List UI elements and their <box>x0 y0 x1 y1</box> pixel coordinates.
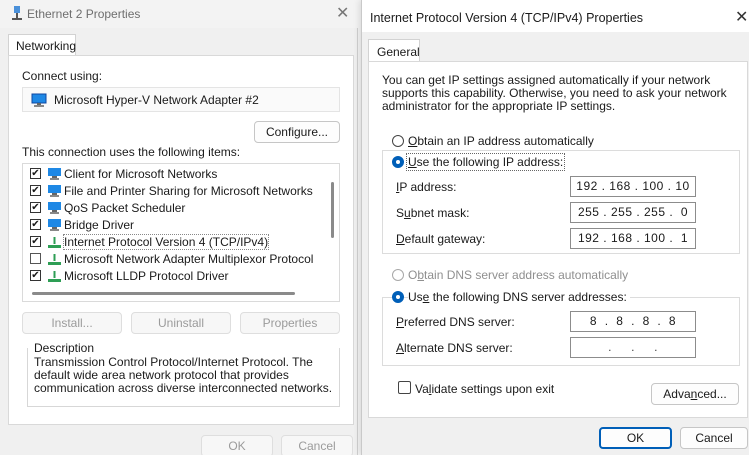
tab-networking[interactable]: Networking <box>8 34 76 56</box>
item-label: File and Printer Sharing for Microsoft N… <box>64 184 313 198</box>
use-following-ip-label[interactable]: Use the following IP address: <box>405 153 566 171</box>
dns-group-left <box>382 297 383 365</box>
list-item[interactable]: ✔ File and Printer Sharing for Microsoft… <box>23 183 323 200</box>
window-title: Internet Protocol Version 4 (TCP/IPv4) P… <box>370 11 644 25</box>
adapter-name: Microsoft Hyper-V Network Adapter #2 <box>54 93 259 107</box>
item-checkbox[interactable]: ✔ <box>30 185 41 196</box>
dns-group-right <box>739 297 740 365</box>
validate-checkbox[interactable] <box>398 381 411 394</box>
subnet-mask-label: Subnet mask: <box>396 206 470 220</box>
default-gateway-field[interactable]: 192 . 168 . 100 . 1 <box>570 228 696 249</box>
window-title: Ethernet 2 Properties <box>27 7 141 21</box>
item-label: Microsoft LLDP Protocol Driver <box>64 269 229 283</box>
network-client-icon <box>48 168 61 180</box>
cancel-button[interactable]: Cancel <box>281 435 353 455</box>
title-bar: Internet Protocol Version 4 (TCP/IPv4) P… <box>362 0 749 32</box>
list-item[interactable]: ✔ QoS Packet Scheduler <box>23 200 323 217</box>
items-list[interactable]: ✔ Client for Microsoft Networks ✔ File a… <box>22 163 340 302</box>
ok-button[interactable]: OK <box>201 435 273 455</box>
list-item[interactable]: ✔ Microsoft LLDP Protocol Driver <box>23 268 323 285</box>
description-label: Description <box>32 341 97 355</box>
obtain-ip-auto-label[interactable]: Obtain an IP address automatically <box>408 134 594 148</box>
configure-button[interactable]: Configure... <box>254 121 340 143</box>
list-item[interactable]: ✔ Bridge Driver <box>23 217 323 234</box>
item-checkbox[interactable]: ✔ <box>30 168 41 179</box>
adapter-field: Microsoft Hyper-V Network Adapter #2 <box>22 87 340 112</box>
install-button[interactable]: Install... <box>22 312 122 334</box>
ipv4-properties-dialog: Internet Protocol Version 4 (TCP/IPv4) P… <box>361 0 749 455</box>
network-adapter-icon <box>12 6 22 20</box>
ethernet-properties-dialog: Ethernet 2 Properties ✕ Networking Conne… <box>0 0 358 455</box>
item-checkbox[interactable]: ✔ <box>30 202 41 213</box>
use-following-dns-label[interactable]: Use the following DNS server addresses: <box>408 290 630 304</box>
ok-button[interactable]: OK <box>599 427 672 449</box>
use-following-ip-radio[interactable] <box>392 156 404 168</box>
item-label: Microsoft Network Adapter Multiplexor Pr… <box>64 252 314 266</box>
qos-scheduler-icon <box>48 202 61 214</box>
advanced-button[interactable]: Advanced... <box>651 383 739 405</box>
item-checkbox[interactable]: ✔ <box>30 236 41 247</box>
properties-button[interactable]: Properties <box>240 312 340 334</box>
description-group: Description Transmission Control Protoco… <box>22 341 340 405</box>
item-checkbox[interactable]: ✔ <box>30 270 41 281</box>
uninstall-button[interactable]: Uninstall <box>131 312 231 334</box>
description-text: Transmission Control Protocol/Internet P… <box>34 355 333 395</box>
item-label: QoS Packet Scheduler <box>64 201 186 215</box>
default-gateway-label: Default gateway: <box>396 232 486 246</box>
obtain-ip-auto-radio[interactable] <box>392 135 404 147</box>
preferred-dns-field[interactable]: 8 . 8 . 8 . 8 <box>570 311 696 332</box>
file-printer-sharing-icon <box>48 185 61 197</box>
validate-label[interactable]: Validate settings upon exit <box>415 382 554 396</box>
dns-group-bottom <box>382 365 740 366</box>
alternate-dns-field[interactable]: . . . <box>570 337 696 358</box>
item-label: Internet Protocol Version 4 (TCP/IPv4) <box>62 234 270 250</box>
obtain-dns-auto-radio[interactable] <box>392 269 404 281</box>
list-item-selected[interactable]: ✔ Internet Protocol Version 4 (TCP/IPv4) <box>23 234 323 251</box>
ip-group-right <box>739 150 740 253</box>
close-icon[interactable]: ✕ <box>336 3 349 22</box>
close-icon[interactable]: ✕ <box>735 7 748 26</box>
tab-general[interactable]: General <box>368 39 420 62</box>
title-bar: Ethernet 2 Properties ✕ <box>0 0 358 28</box>
alternate-dns-label: Alternate DNS server: <box>396 341 513 355</box>
subnet-mask-field[interactable]: 255 . 255 . 255 . 0 <box>570 202 696 223</box>
protocol-icon <box>48 254 61 265</box>
items-label: This connection uses the following items… <box>22 145 241 159</box>
item-checkbox[interactable] <box>30 253 41 264</box>
list-item[interactable]: ✔ Client for Microsoft Networks <box>23 166 323 183</box>
ip-group-bottom <box>382 253 740 254</box>
ip-address-label: IP address: <box>396 180 457 194</box>
item-checkbox[interactable]: ✔ <box>30 219 41 230</box>
vertical-scrollbar[interactable] <box>331 182 334 238</box>
ip-group-left <box>382 150 383 253</box>
protocol-icon <box>48 271 61 282</box>
ip-address-field[interactable]: 192 . 168 . 100 . 10 <box>570 176 696 197</box>
monitor-icon <box>31 93 47 107</box>
list-item[interactable]: Microsoft Network Adapter Multiplexor Pr… <box>23 251 323 268</box>
bridge-driver-icon <box>48 219 61 231</box>
protocol-icon <box>48 237 61 248</box>
cancel-button[interactable]: Cancel <box>680 427 748 449</box>
obtain-dns-auto-label[interactable]: Obtain DNS server address automatically <box>408 268 628 282</box>
horizontal-scrollbar[interactable] <box>32 292 295 295</box>
ip-group-top <box>382 150 740 151</box>
preferred-dns-label: Preferred DNS server: <box>396 315 515 329</box>
item-label: Bridge Driver <box>64 218 135 232</box>
intro-text: You can get IP settings assigned automat… <box>382 73 727 113</box>
item-label: Client for Microsoft Networks <box>64 167 218 181</box>
use-following-dns-radio[interactable] <box>392 291 404 303</box>
connect-using-label: Connect using: <box>22 69 103 83</box>
